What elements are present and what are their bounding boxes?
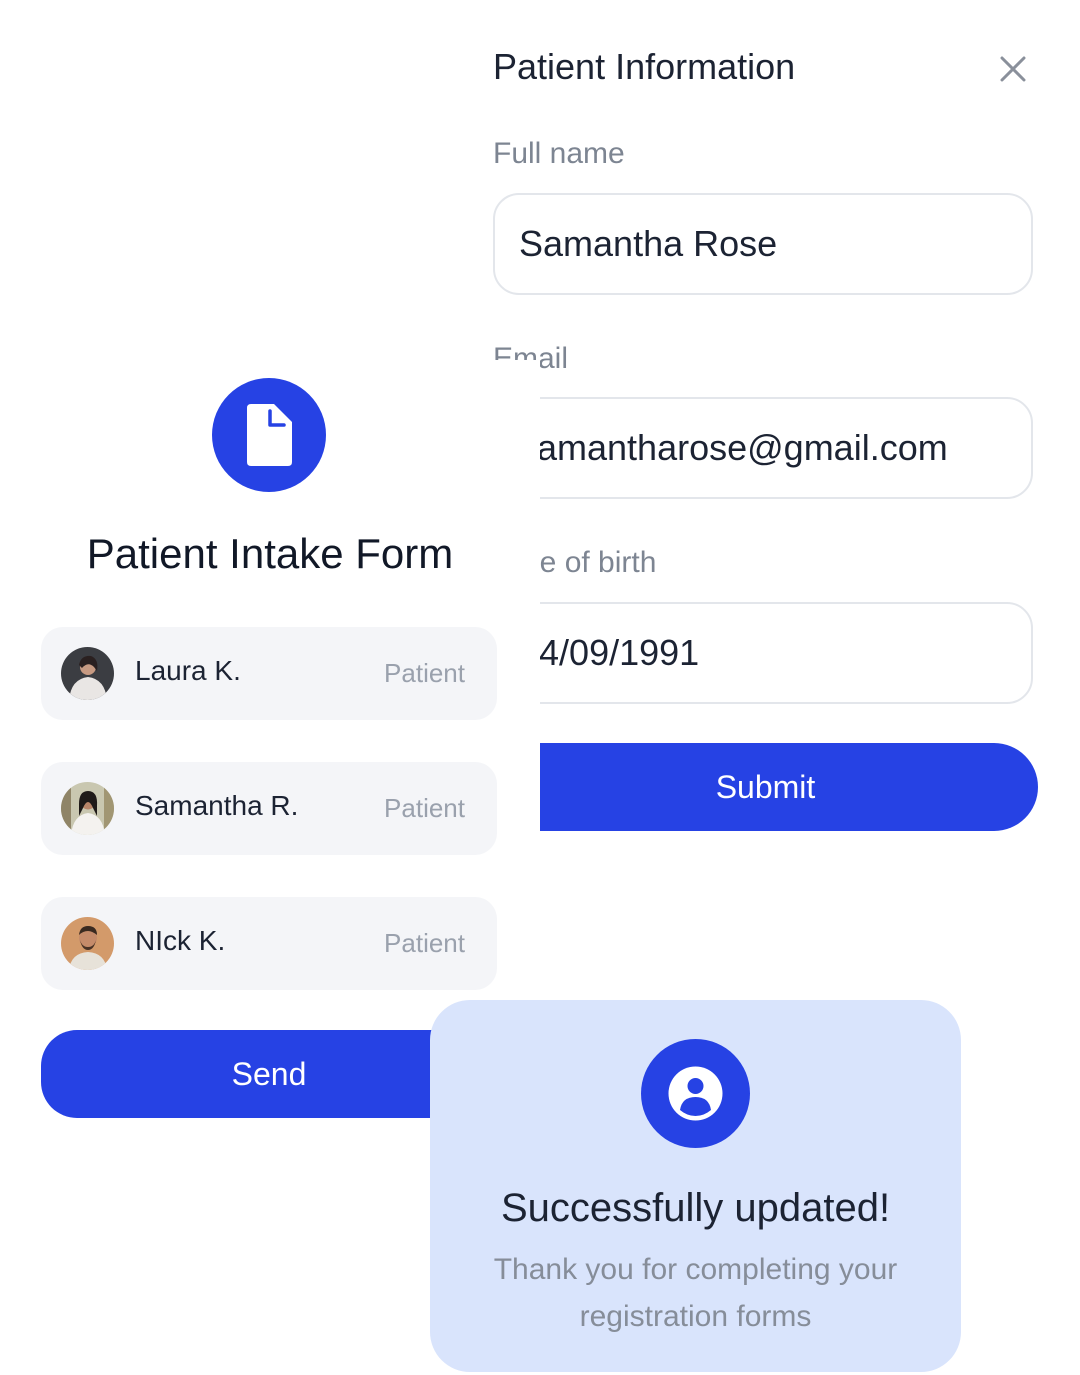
success-message-line: registration forms — [579, 1300, 812, 1333]
date-of-birth-input[interactable]: 04/09/1991 — [493, 602, 1033, 704]
avatar — [61, 782, 114, 835]
avatar — [61, 647, 114, 700]
user-icon — [641, 1039, 750, 1148]
submit-button[interactable]: Submit — [493, 743, 1038, 831]
recipient-row-laura[interactable]: Laura K. Patient — [41, 627, 497, 720]
success-card: Successfully updated! Thank you for comp… — [430, 1000, 961, 1372]
success-message-line: Thank you for completing your — [493, 1253, 898, 1286]
patient-information-panel: Patient Information Full name Samantha R… — [493, 0, 1080, 860]
avatar — [61, 917, 114, 970]
recipient-role: Patient — [384, 793, 465, 823]
full-name-input[interactable]: Samantha Rose — [493, 193, 1033, 295]
recipient-name: Samantha R. — [135, 790, 299, 821]
recipient-role: Patient — [384, 658, 465, 688]
panel-title: Patient Information — [493, 46, 796, 87]
email-input[interactable]: samantharose@gmail.com — [493, 397, 1033, 499]
send-button[interactable]: Send — [41, 1030, 497, 1118]
recipient-row-samantha[interactable]: Samantha R. Patient — [41, 762, 497, 855]
recipient-role: Patient — [384, 928, 465, 958]
success-message: Thank you for completing your registrati… — [470, 1246, 921, 1340]
success-title: Successfully updated! — [500, 1186, 891, 1230]
intake-title: Patient Intake Form — [86, 530, 454, 577]
close-icon[interactable] — [996, 52, 1030, 86]
recipient-row-nick[interactable]: NIck K. Patient — [41, 897, 497, 990]
full-name-label: Full name — [493, 137, 625, 170]
document-icon — [212, 378, 326, 492]
recipient-name: Laura K. — [135, 655, 241, 686]
recipient-name: NIck K. — [135, 925, 226, 956]
